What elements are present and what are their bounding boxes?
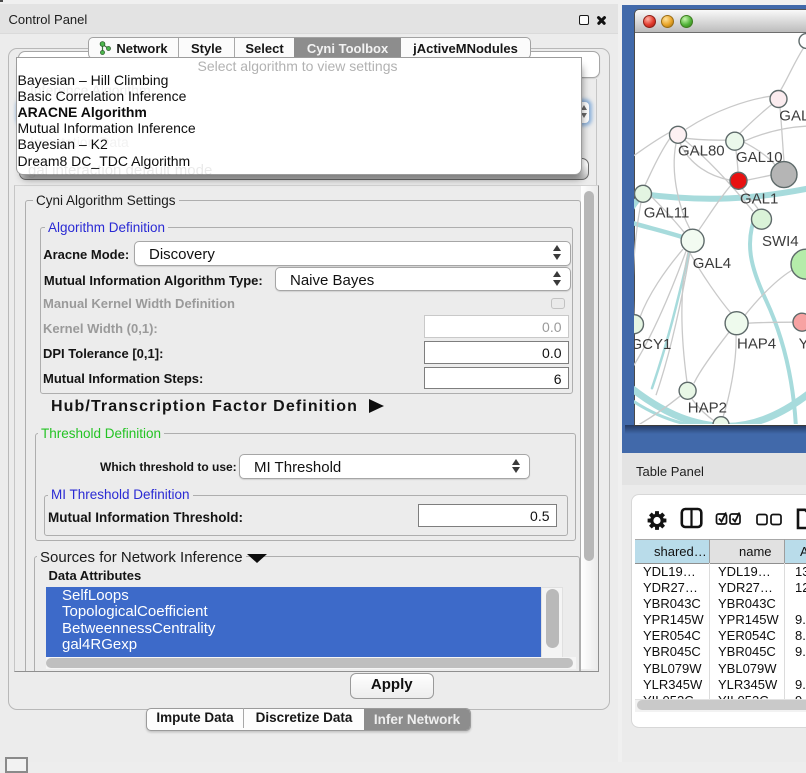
svg-text:HAP4: HAP4 [737,335,776,352]
svg-text:GAL1: GAL1 [740,190,778,207]
svg-text:GAL11: GAL11 [644,204,690,221]
svg-text:GAL2: GAL2 [779,107,806,124]
svg-text:SWI4: SWI4 [762,233,799,250]
svg-text:Y: Y [799,335,806,352]
svg-text:GCY1: GCY1 [634,336,671,353]
svg-text:GAL4: GAL4 [693,255,731,272]
svg-text:GAL10: GAL10 [736,149,783,166]
svg-text:HAP2: HAP2 [688,399,727,416]
svg-text:GAL80: GAL80 [678,142,725,159]
